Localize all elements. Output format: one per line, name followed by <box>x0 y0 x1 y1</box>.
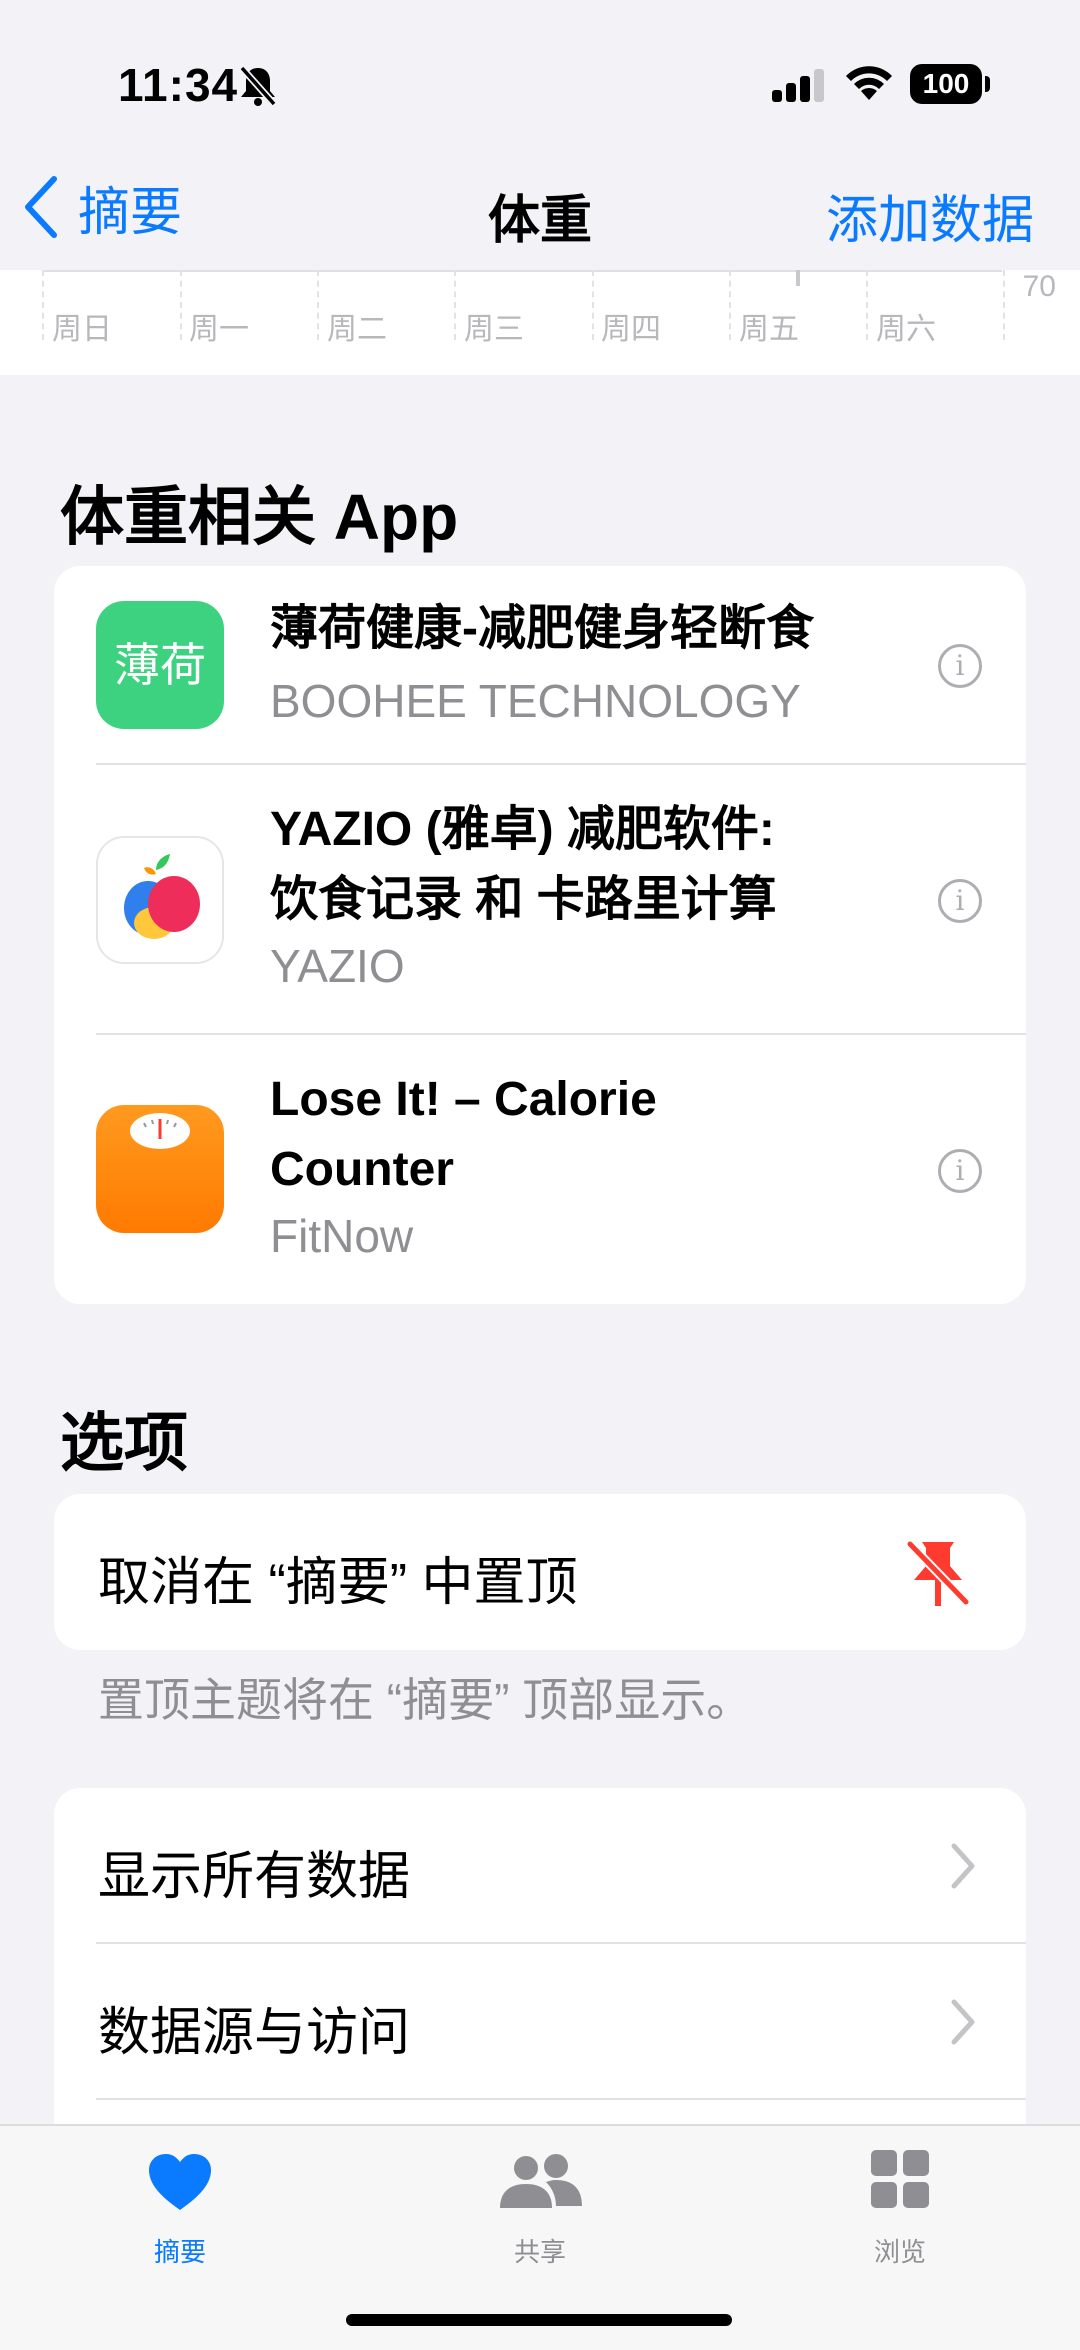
options-section-title: 选项 <box>60 1407 188 1479</box>
apps-card: 薄荷 薄荷健康-减肥健身轻断食 BOOHEE TECHNOLOGY i YAZI… <box>54 566 1026 1304</box>
info-icon[interactable]: i <box>938 1149 982 1193</box>
weekly-chart-axis[interactable]: 周日 周一 周二 周三 周四 周五 周六 70 <box>0 270 1080 375</box>
pin-footnote: 置顶主题将在 “摘要” 顶部显示。 <box>98 1674 753 1726</box>
chevron-right-icon <box>951 1999 975 2045</box>
chart-day-label: 周四 <box>601 313 661 346</box>
info-icon[interactable]: i <box>938 879 982 923</box>
yazio-app-icon <box>96 836 224 964</box>
cellular-signal-icon <box>772 69 824 102</box>
chart-day-separator <box>866 270 868 340</box>
chart-day-separator <box>317 270 319 340</box>
chart-day-label: 周二 <box>327 313 387 346</box>
chart-day-label: 周日 <box>52 313 112 346</box>
wifi-icon <box>846 66 892 100</box>
app-developer: BOOHEE TECHNOLOGY <box>270 675 801 727</box>
apple-logo-icon <box>124 854 200 939</box>
apps-section-title: 体重相关 App <box>60 481 459 553</box>
chart-y-label: 70 <box>1022 270 1056 303</box>
tab-label: 摘要 <box>153 2237 206 2267</box>
unpin-card[interactable]: 取消在 “摘要” 中置顶 <box>54 1494 1026 1650</box>
tab-label: 共享 <box>513 2237 566 2267</box>
chart-gridline <box>42 270 1002 272</box>
app-name: 薄荷健康-减肥健身轻断食 <box>270 602 814 655</box>
chart-day-separator <box>592 270 594 340</box>
chart-day-separator <box>180 270 182 340</box>
app-name: Lose It! – Calorie Counter <box>270 1073 657 1196</box>
unpin-label: 取消在 “摘要” 中置顶 <box>98 1554 578 1612</box>
scale-icon <box>130 1113 190 1149</box>
status-bar: 11:34 100 <box>0 0 1080 150</box>
chart-tick <box>796 270 800 286</box>
chevron-right-icon <box>951 1843 975 1889</box>
chart-day-separator <box>454 270 456 340</box>
grid-icon <box>871 2150 929 2208</box>
loseit-app-icon <box>96 1105 224 1233</box>
info-icon[interactable]: i <box>938 644 982 688</box>
chart-day-separator <box>42 270 44 340</box>
app-row-loseit[interactable]: Lose It! – Calorie Counter FitNow i <box>54 1035 1026 1304</box>
row-divider <box>96 2098 1026 2100</box>
boohee-app-icon: 薄荷 <box>96 601 224 729</box>
status-time: 11:34 <box>118 59 239 111</box>
app-developer: YAZIO <box>270 940 405 992</box>
chart-day-label: 周六 <box>876 313 936 346</box>
chart-day-label: 周三 <box>464 313 524 346</box>
home-indicator[interactable] <box>346 2314 732 2326</box>
app-row-boohee[interactable]: 薄荷 薄荷健康-减肥健身轻断食 BOOHEE TECHNOLOGY i <box>54 566 1026 765</box>
data-sources-row[interactable]: 数据源与访问 <box>54 1944 1026 2100</box>
app-row-yazio[interactable]: YAZIO (雅卓) 减肥软件: 饮食记录 和 卡路里计算 YAZIO i <box>54 765 1026 1035</box>
tab-label: 浏览 <box>873 2237 926 2267</box>
chart-day-label: 周一 <box>189 313 249 346</box>
app-developer: FitNow <box>270 1210 414 1262</box>
show-all-data-label: 显示所有数据 <box>98 1848 411 1906</box>
show-all-data-row[interactable]: 显示所有数据 <box>54 1788 1026 1944</box>
battery-indicator: 100 <box>910 64 982 104</box>
data-sources-label: 数据源与访问 <box>98 2004 411 2062</box>
bell-slash-icon <box>239 65 277 107</box>
app-name: YAZIO (雅卓) 减肥软件: 饮食记录 和 卡路里计算 <box>270 803 777 926</box>
add-data-button[interactable]: 添加数据 <box>826 178 1034 253</box>
chart-day-separator <box>1003 270 1005 340</box>
chart-day-label: 周五 <box>739 313 799 346</box>
heart-icon <box>149 2154 211 2210</box>
chart-day-separator <box>729 270 731 340</box>
pin-slash-icon[interactable] <box>904 1536 972 1612</box>
people-icon <box>500 2154 582 2208</box>
battery-cap <box>985 76 990 92</box>
navigation-bar: 摘要 体重 添加数据 <box>0 150 1080 270</box>
